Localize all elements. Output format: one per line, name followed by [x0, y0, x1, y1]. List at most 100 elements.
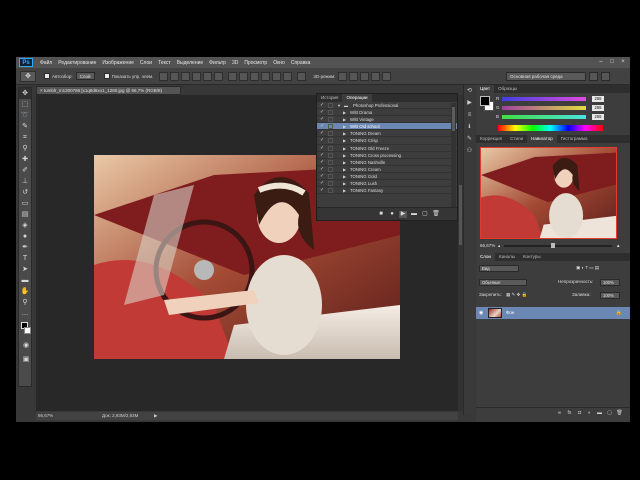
expand-right-icon[interactable]: ▶ — [343, 187, 346, 194]
action-dialog-toggle[interactable] — [328, 181, 333, 187]
brush-tool-icon[interactable]: ✐ — [19, 165, 31, 176]
auto-align-icon[interactable] — [297, 71, 307, 81]
crop-tool-icon[interactable]: ⌗ — [19, 132, 31, 143]
action-dialog-toggle[interactable] — [328, 124, 333, 130]
path-select-tool-icon[interactable]: ➤ — [19, 264, 31, 275]
expand-right-icon[interactable]: ▶ — [343, 137, 346, 144]
align-right-icon[interactable] — [214, 71, 224, 81]
lock-icons[interactable]: ▦ ✎ ✥ 🔒 — [506, 291, 527, 299]
3d-rotate-icon[interactable] — [338, 71, 348, 81]
action-item[interactable]: ✓ ▶ TONING Gold — [317, 173, 457, 181]
tab-layers[interactable]: Слои — [476, 253, 495, 261]
menu-edit[interactable]: Редактирование — [55, 60, 99, 66]
g-channel-value[interactable]: 255 — [592, 105, 604, 111]
distribute-hcenter-icon[interactable] — [272, 71, 282, 81]
document-tab[interactable]: × tumblr_m1300786 [x1q8d6xo1_1280.jpg @ … — [36, 86, 181, 95]
action-check-icon[interactable]: ✓ — [320, 138, 324, 143]
expand-right-icon[interactable]: ▶ — [343, 166, 346, 173]
layer-filter-kind-select[interactable]: Вид — [479, 265, 519, 272]
align-hcenter-icon[interactable] — [203, 71, 213, 81]
new-layer-icon[interactable]: ▢ — [606, 410, 613, 417]
layer-name[interactable]: Фон — [506, 307, 514, 319]
expand-right-icon[interactable]: ▶ — [343, 180, 346, 187]
new-action-icon[interactable]: ▢ — [421, 211, 429, 218]
navigator-zoom-slider[interactable] — [504, 243, 612, 248]
quick-select-tool-icon[interactable]: ✎ — [19, 121, 31, 132]
align-left-icon[interactable] — [192, 71, 202, 81]
align-bottom-icon[interactable] — [181, 71, 191, 81]
workspace-menu-icon[interactable] — [601, 72, 610, 81]
r-channel-value[interactable]: 255 — [592, 96, 604, 102]
action-dialog-toggle[interactable] — [328, 159, 333, 165]
menu-window[interactable]: Окно — [270, 60, 288, 66]
tab-actions[interactable]: Операции — [342, 94, 372, 102]
action-item[interactable]: ✓ ▶ W/B Drama — [317, 109, 457, 117]
distribute-top-icon[interactable] — [228, 71, 238, 81]
menu-image[interactable]: Изображение — [99, 60, 137, 66]
layer-filter-icons[interactable]: ▣ ◐ T ▭ ▤ — [576, 264, 599, 272]
action-check-icon[interactable]: ✓ — [320, 152, 324, 158]
action-dialog-toggle[interactable] — [328, 166, 333, 172]
3d-roll-icon[interactable] — [349, 71, 359, 81]
action-item[interactable]: ✓ ▶ W/B Old school — [317, 123, 457, 131]
expand-right-icon[interactable]: ▶ — [343, 159, 346, 166]
3d-drag-icon[interactable] — [360, 71, 370, 81]
tab-swatches[interactable]: Образцы — [494, 85, 521, 93]
menu-layers[interactable]: Слои — [137, 60, 155, 66]
action-item[interactable]: ✓ ▼ ▬ Photoshop Professional — [317, 102, 457, 110]
expand-right-icon[interactable]: ▶ — [343, 130, 346, 137]
gradient-tool-icon[interactable]: ▤ — [19, 209, 31, 220]
minimize-icon[interactable]: – — [598, 59, 604, 65]
tab-channels[interactable]: Каналы — [495, 253, 519, 261]
stop-icon[interactable]: ■ — [377, 211, 385, 218]
tab-navigator[interactable]: Навигатор — [527, 135, 557, 143]
action-dialog-toggle[interactable] — [328, 138, 333, 144]
delete-action-icon[interactable]: 🗑 — [432, 211, 440, 218]
eraser-tool-icon[interactable]: ▭ — [19, 198, 31, 209]
action-item[interactable]: ✓ ▶ TONING Cross processing — [317, 152, 457, 159]
action-item[interactable]: ✓ ▶ TONING Old Freeze — [317, 145, 457, 152]
menu-help[interactable]: Справка — [288, 60, 314, 66]
stamp-tool-icon[interactable]: ⊥ — [19, 176, 31, 187]
action-item[interactable]: ✓ ▶ W/B Vintage — [317, 116, 457, 124]
expand-right-icon[interactable]: ▶ — [343, 116, 346, 123]
layer-visibility-eye-icon[interactable]: ◉ — [479, 310, 485, 316]
r-channel-slider[interactable] — [502, 97, 586, 101]
action-check-icon[interactable]: ✓ — [320, 188, 324, 193]
b-channel-value[interactable]: 255 — [592, 114, 604, 120]
history-brush-tool-icon[interactable]: ↺ — [19, 187, 31, 198]
action-check-icon[interactable]: ✓ — [320, 131, 324, 136]
close-icon[interactable]: × — [620, 59, 626, 65]
expand-right-icon[interactable]: ▶ — [343, 173, 346, 180]
lasso-tool-icon[interactable]: ➰ — [19, 110, 31, 121]
menu-filter[interactable]: Фильтр — [206, 60, 229, 66]
move-tool-preset-icon[interactable]: ✥ — [20, 70, 36, 82]
3d-scale-icon[interactable] — [382, 71, 392, 81]
expand-right-icon[interactable]: ▶ — [343, 109, 346, 116]
healing-tool-icon[interactable]: ✚ — [19, 154, 31, 165]
action-check-icon[interactable]: ✓ — [320, 124, 324, 129]
action-item[interactable]: ✓ ▶ TONING Crisp — [317, 137, 457, 145]
actions-panel-icon[interactable]: ▶ — [466, 99, 474, 108]
tab-adjustments[interactable]: Коррекция — [476, 135, 506, 143]
search-icon[interactable] — [589, 72, 598, 81]
type-tool-icon[interactable]: T — [19, 253, 31, 264]
action-check-icon[interactable]: ✓ — [320, 173, 324, 179]
distribute-vcenter-icon[interactable] — [239, 71, 249, 81]
align-top-icon[interactable] — [159, 71, 169, 81]
adjustment-layer-icon[interactable]: ◐ — [586, 410, 593, 417]
action-item[interactable]: ✓ ▶ TONING Cream — [317, 166, 457, 173]
actions-scrollbar[interactable] — [451, 103, 456, 207]
record-icon[interactable]: ● — [388, 211, 396, 218]
action-dialog-toggle[interactable] — [328, 110, 333, 116]
menu-type[interactable]: Текст — [155, 60, 174, 66]
auto-select-target-select[interactable]: Слой — [75, 72, 95, 80]
tab-color[interactable]: Цвет — [476, 85, 495, 93]
action-check-icon[interactable]: ✓ — [320, 159, 324, 165]
status-menu-arrow-icon[interactable]: ▶ — [154, 412, 157, 420]
fill-input[interactable]: 100% — [600, 292, 620, 299]
new-set-folder-icon[interactable]: ▬ — [410, 211, 418, 218]
action-item[interactable]: ✓ ▶ TONING Dream — [317, 130, 457, 138]
expand-right-icon[interactable]: ▶ — [343, 152, 346, 159]
navigator-zoom-knob[interactable] — [551, 243, 555, 248]
